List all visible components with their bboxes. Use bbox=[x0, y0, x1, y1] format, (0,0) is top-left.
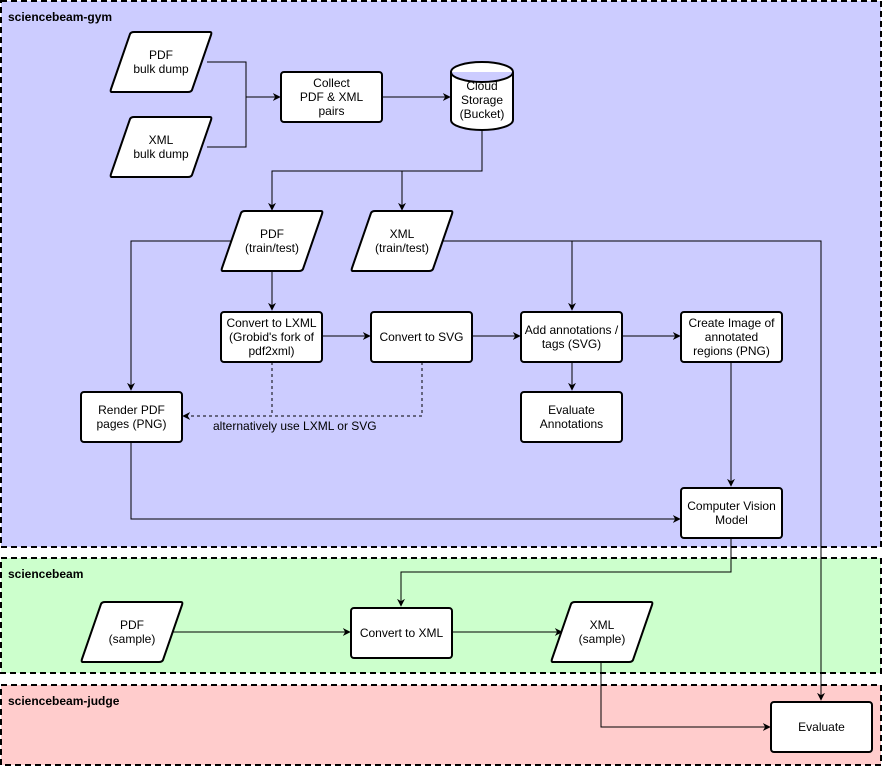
lane-label: sciencebeam-judge bbox=[8, 694, 120, 708]
node-label: Cloud bbox=[466, 79, 497, 93]
node-label: Convert to XML bbox=[360, 626, 444, 640]
node-label: bulk dump bbox=[133, 62, 189, 76]
node-label: Evaluate bbox=[798, 720, 845, 734]
node-label: (sample) bbox=[109, 632, 156, 646]
node-label: (sample) bbox=[579, 632, 626, 646]
node-label: XML bbox=[590, 618, 615, 632]
node-label: pdf2xml) bbox=[248, 344, 294, 358]
node-label: Storage bbox=[461, 93, 503, 107]
node-label: pages (PNG) bbox=[96, 417, 166, 431]
node-label: tags (SVG) bbox=[542, 337, 601, 351]
lane-label: sciencebeam bbox=[8, 567, 83, 581]
node-evaluate-annotations: EvaluateAnnotations bbox=[520, 391, 623, 443]
node-label: (Grobid's fork of bbox=[229, 330, 315, 344]
node-label: Create Image of bbox=[688, 316, 775, 330]
node-label: Convert to SVG bbox=[379, 330, 463, 344]
lane-label: sciencebeam-gym bbox=[8, 10, 112, 24]
lane-judge-box bbox=[0, 684, 882, 766]
architecture-diagram: sciencebeam-gym sciencebeam sciencebeam-… bbox=[0, 0, 882, 766]
node-label: XML bbox=[149, 133, 174, 147]
node-label: (train/test) bbox=[375, 241, 429, 255]
lane-sciencebeam-judge: sciencebeam-judge bbox=[0, 684, 882, 766]
node-collect: CollectPDF & XMLpairs bbox=[280, 71, 383, 123]
node-label: pairs bbox=[318, 104, 344, 118]
node-label: regions (PNG) bbox=[693, 344, 770, 358]
node-label: Render PDF bbox=[98, 403, 165, 417]
node-render-pdf: Render PDFpages (PNG) bbox=[80, 391, 183, 443]
edge-label-alternative: alternatively use LXML or SVG bbox=[213, 419, 377, 433]
node-label: Collect bbox=[313, 76, 350, 90]
node-label: Add annotations / bbox=[525, 323, 619, 337]
node-label: XML bbox=[390, 227, 415, 241]
node-label: PDF bbox=[149, 48, 173, 62]
node-label: PDF & XML bbox=[300, 90, 364, 104]
node-create-image: Create Image ofannotatedregions (PNG) bbox=[680, 311, 783, 363]
node-convert-lxml: Convert to LXML(Grobid's fork ofpdf2xml) bbox=[220, 311, 323, 363]
node-convert-xml: Convert to XML bbox=[350, 607, 453, 659]
node-label: Evaluate bbox=[548, 403, 595, 417]
node-label: PDF bbox=[120, 618, 144, 632]
node-label: Convert to LXML bbox=[226, 316, 316, 330]
node-evaluate: Evaluate bbox=[770, 701, 873, 753]
node-label: bulk dump bbox=[133, 147, 189, 161]
node-label: PDF bbox=[260, 227, 284, 241]
node-convert-svg: Convert to SVG bbox=[370, 311, 473, 363]
node-label: Annotations bbox=[540, 417, 603, 431]
node-label: Computer Vision bbox=[687, 499, 776, 513]
node-label: (train/test) bbox=[245, 241, 299, 255]
node-label: (Bucket) bbox=[460, 107, 505, 121]
node-cv-model: Computer VisionModel bbox=[680, 487, 783, 539]
node-add-annotations: Add annotations /tags (SVG) bbox=[520, 311, 623, 363]
node-label: annotated bbox=[705, 330, 758, 344]
node-label: Model bbox=[715, 513, 748, 527]
